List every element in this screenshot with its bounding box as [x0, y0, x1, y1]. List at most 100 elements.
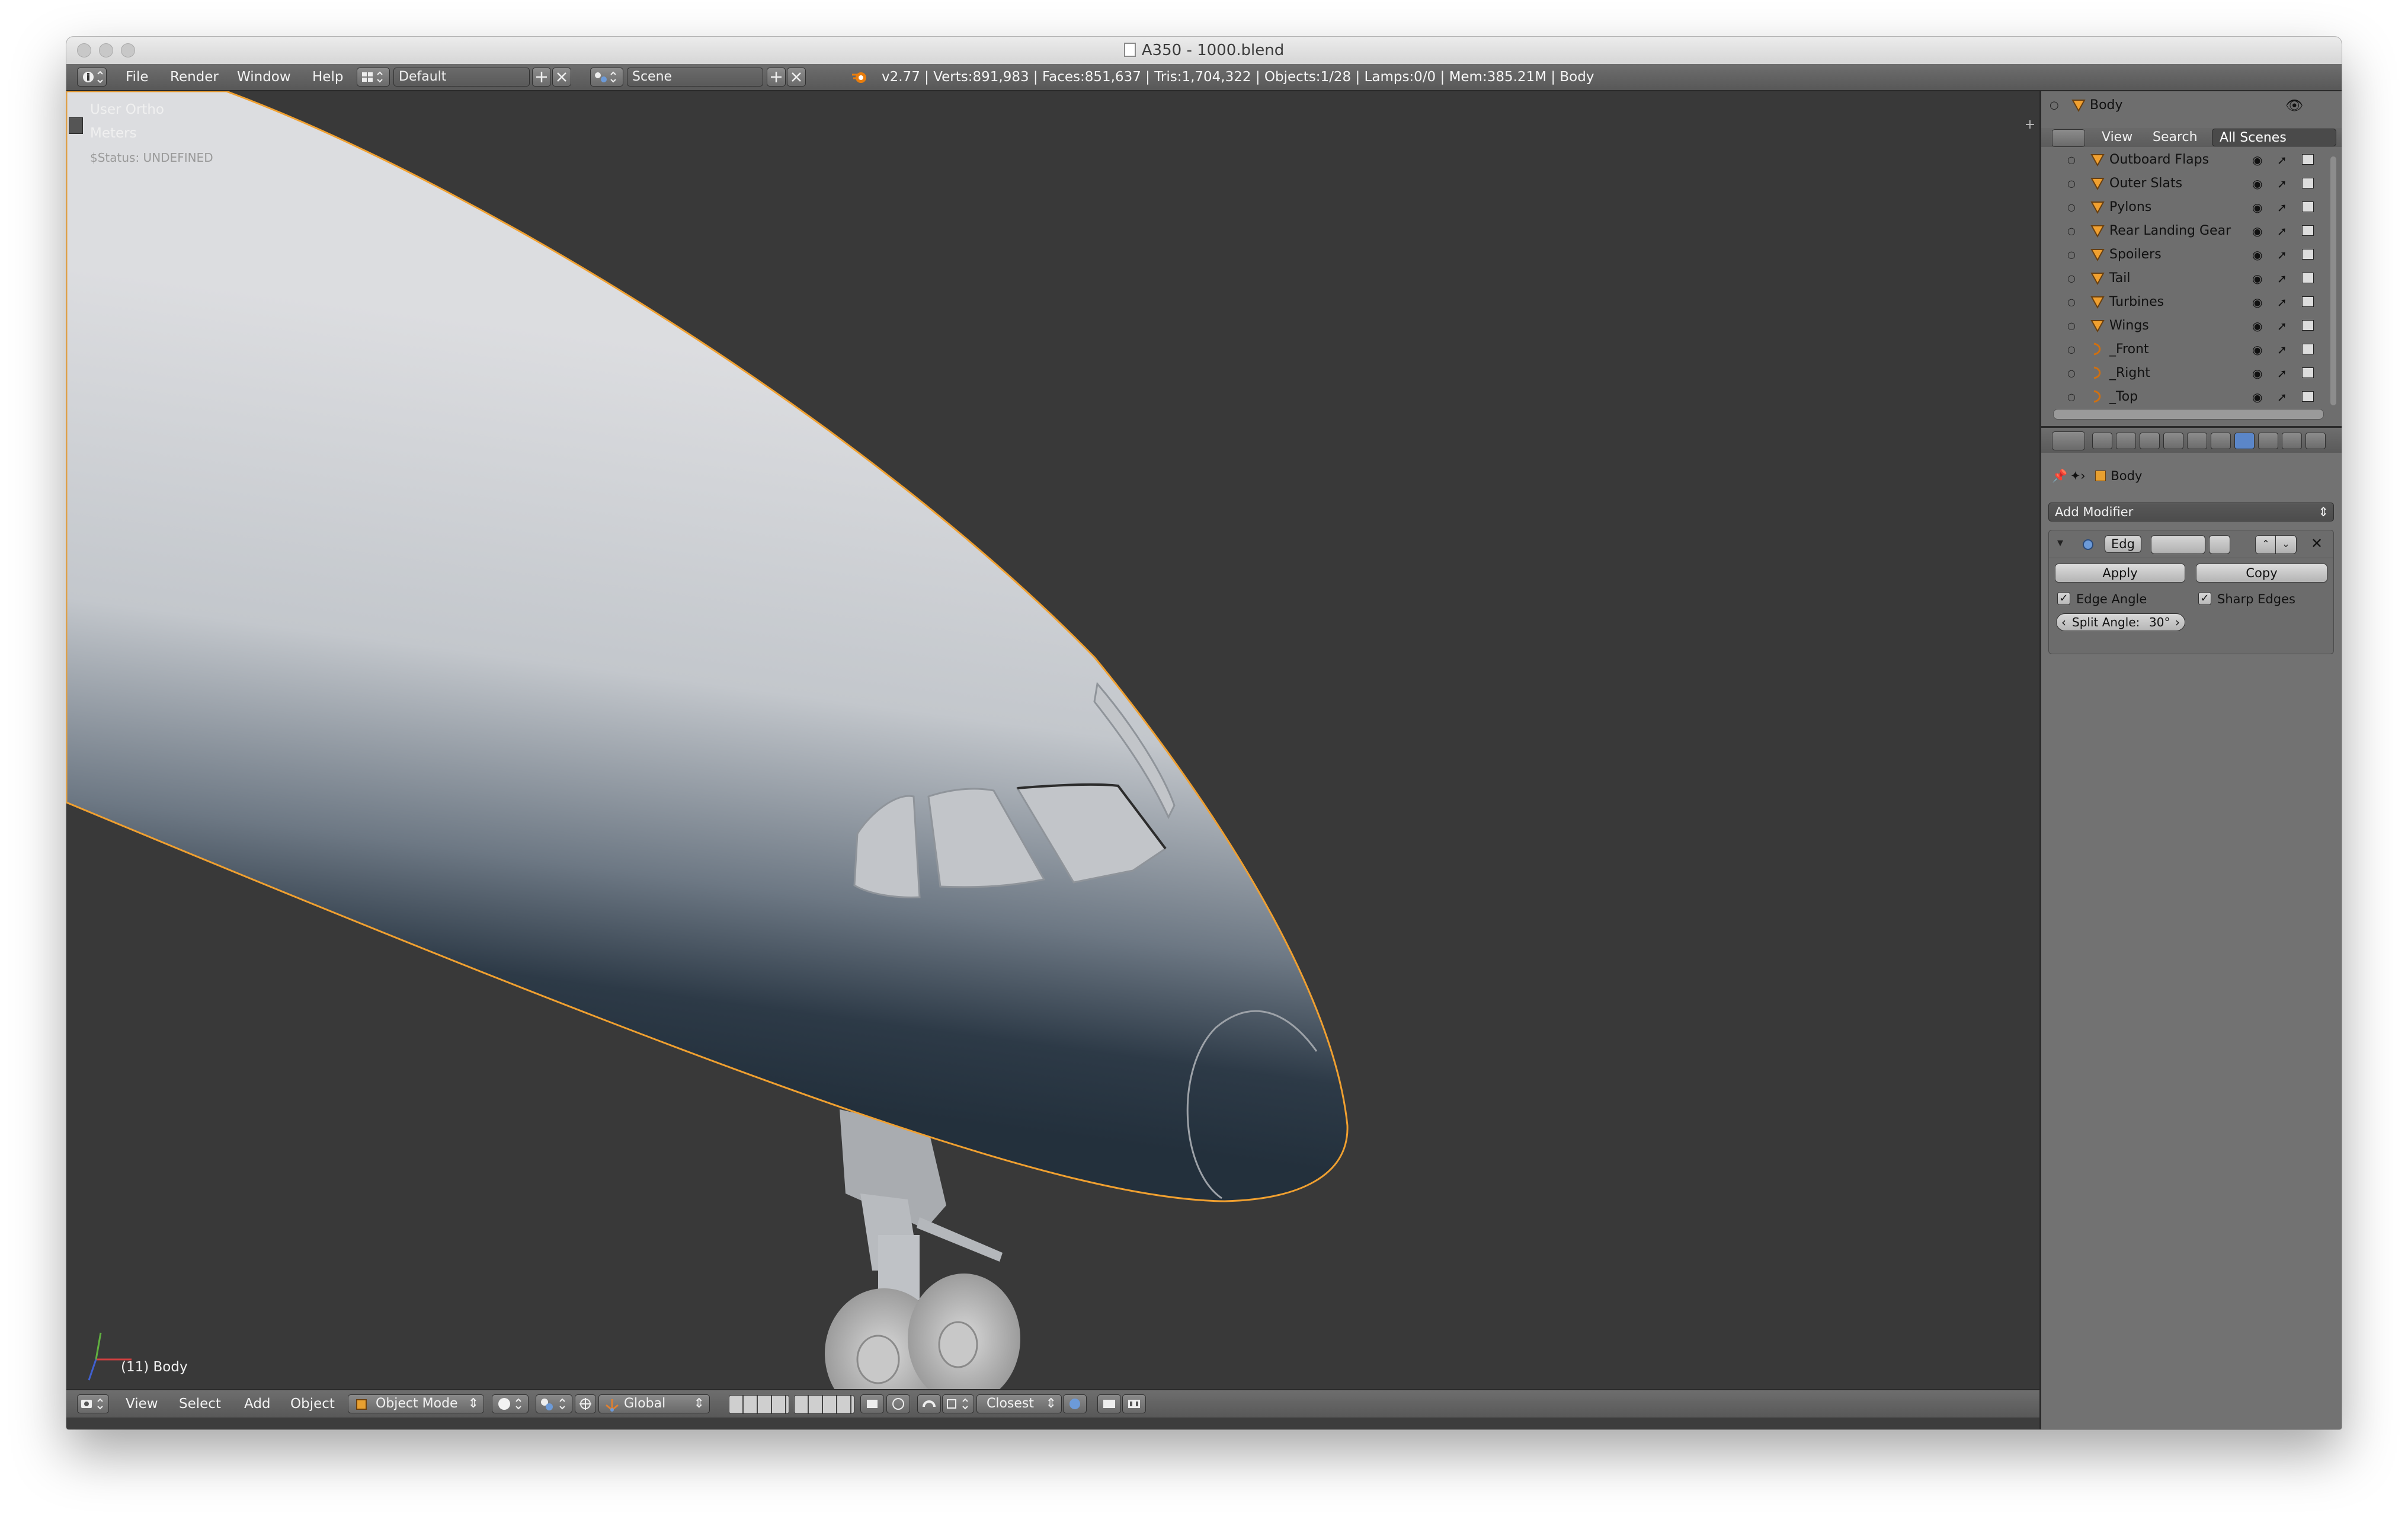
- proportional-edit-icon[interactable]: [886, 1394, 910, 1413]
- object-tab-icon[interactable]: [2187, 433, 2207, 449]
- render-toggle-icon[interactable]: [2302, 201, 2314, 212]
- expand-icon[interactable]: ○: [2067, 290, 2076, 314]
- outliner-item[interactable]: ○ Outboard Flaps ◉ ➚: [2041, 148, 2326, 172]
- visibility-eye-icon[interactable]: ◉: [2252, 219, 2262, 243]
- pin-icon[interactable]: 📌: [2052, 467, 2067, 485]
- visibility-eye-icon[interactable]: 👁: [2285, 94, 2303, 117]
- render-toggle-icon[interactable]: [2302, 367, 2314, 378]
- move-up-icon[interactable]: ⌃: [2255, 535, 2276, 554]
- render-toggle-icon[interactable]: [2302, 249, 2314, 260]
- visibility-eye-icon[interactable]: ◉: [2252, 290, 2262, 314]
- render-toggle-icon[interactable]: [2302, 225, 2314, 236]
- snap-element-select[interactable]: [942, 1394, 974, 1413]
- menu-add[interactable]: Add: [244, 1390, 271, 1418]
- render-toggle-icon[interactable]: [2302, 178, 2314, 188]
- outliner-horizontal-scrollbar[interactable]: [2053, 409, 2324, 420]
- outliner-item[interactable]: ○ Pylons ◉ ➚: [2041, 196, 2326, 219]
- decrement-arrow-icon[interactable]: ‹: [2061, 614, 2066, 631]
- scene-field[interactable]: Scene: [627, 68, 763, 87]
- outliner-vertical-scrollbar[interactable]: [2330, 156, 2336, 405]
- cage-toggle-icon[interactable]: [2209, 535, 2230, 554]
- mode-select[interactable]: Object Mode ⇕: [348, 1394, 484, 1413]
- menu-view[interactable]: View: [126, 1390, 158, 1418]
- visibility-eye-icon[interactable]: ◉: [2252, 361, 2262, 385]
- screen-layout-field[interactable]: Default: [393, 68, 530, 87]
- expand-icon[interactable]: ○: [2067, 196, 2076, 219]
- transform-orientation-select[interactable]: Global ⇕: [598, 1394, 710, 1413]
- data-tab-icon[interactable]: [2258, 433, 2278, 449]
- outliner-item[interactable]: ○ Tail ◉ ➚: [2041, 267, 2326, 290]
- sharp-edges-checkbox[interactable]: ✓: [2198, 592, 2211, 605]
- visibility-eye-icon[interactable]: ◉: [2252, 172, 2262, 196]
- snap-rotation-icon[interactable]: [1063, 1394, 1087, 1413]
- opengl-render-animation-icon[interactable]: [1122, 1394, 1146, 1413]
- visibility-eye-icon[interactable]: ◉: [2252, 314, 2262, 338]
- apply-button[interactable]: Apply: [2055, 564, 2185, 583]
- visibility-eye-icon[interactable]: ◉: [2252, 148, 2262, 172]
- editor-type-3d-icon[interactable]: [77, 1394, 109, 1413]
- snap-target-select[interactable]: Closest ⇕: [976, 1394, 1062, 1413]
- selectability-arrow-icon[interactable]: ➚: [2277, 148, 2287, 172]
- material-tab-icon[interactable]: [2282, 433, 2302, 449]
- modifier-name-field[interactable]: Edg: [2105, 535, 2141, 553]
- outliner-tab-search[interactable]: Search: [2153, 128, 2198, 147]
- modifier-display-toggles[interactable]: [2151, 535, 2205, 554]
- snap-toggle-icon[interactable]: [917, 1394, 941, 1413]
- render-toggle-icon[interactable]: [2302, 391, 2314, 402]
- selectability-arrow-icon[interactable]: ➚: [2277, 172, 2287, 196]
- selectability-arrow-icon[interactable]: ➚: [2277, 243, 2287, 267]
- selectability-arrow-icon[interactable]: ➚: [2277, 314, 2287, 338]
- visibility-eye-icon[interactable]: ◉: [2252, 385, 2262, 409]
- collapse-triangle-icon[interactable]: ▾: [2057, 535, 2063, 549]
- selectability-arrow-icon[interactable]: ➚: [2277, 196, 2287, 219]
- selectability-arrow-icon[interactable]: ➚: [2277, 290, 2287, 314]
- outliner-active-row[interactable]: ○ Body 👁: [2041, 94, 2342, 117]
- outliner-item[interactable]: ○ Wings ◉ ➚: [2041, 314, 2326, 338]
- expand-icon[interactable]: ○: [2067, 361, 2076, 385]
- outliner-item[interactable]: ○ Rear Landing Gear ◉ ➚: [2041, 219, 2326, 243]
- expand-icon[interactable]: ○: [2067, 314, 2076, 338]
- menu-render[interactable]: Render: [170, 64, 219, 90]
- render-toggle-icon[interactable]: [2302, 320, 2314, 331]
- outliner[interactable]: ○ Body 👁 View Search All Scenes ○ Outboar…: [2041, 91, 2342, 428]
- delete-scene-icon[interactable]: [787, 68, 806, 87]
- selectability-arrow-icon[interactable]: ➚: [2277, 361, 2287, 385]
- properties-shelf-toggle-icon[interactable]: +: [2023, 117, 2036, 133]
- tool-shelf-toggle[interactable]: [69, 117, 83, 134]
- properties-editor-type-icon[interactable]: [2052, 431, 2085, 450]
- render-toggle-icon[interactable]: [2302, 154, 2314, 165]
- render-toggle-icon[interactable]: [2302, 296, 2314, 307]
- layer-buttons-group-1[interactable]: [729, 1395, 789, 1414]
- move-down-icon[interactable]: ⌄: [2275, 535, 2297, 554]
- texture-tab-icon[interactable]: [2305, 433, 2326, 449]
- expand-icon[interactable]: ○: [2067, 148, 2076, 172]
- outliner-item[interactable]: ○ Turbines ◉ ➚: [2041, 290, 2326, 314]
- outliner-item[interactable]: ○ _Front ◉ ➚: [2041, 338, 2326, 361]
- menu-window[interactable]: Window: [237, 64, 291, 90]
- expand-icon[interactable]: ○: [2050, 94, 2059, 117]
- remove-modifier-icon[interactable]: ✕: [2311, 535, 2323, 552]
- split-angle-slider[interactable]: ‹ Split Angle: 30° ›: [2056, 613, 2185, 631]
- outliner-item[interactable]: ○ _Right ◉ ➚: [2041, 361, 2326, 385]
- editor-type-info-icon[interactable]: [77, 68, 107, 87]
- world-tab-icon[interactable]: [2163, 433, 2183, 449]
- visibility-eye-icon[interactable]: ◉: [2252, 267, 2262, 290]
- pivot-point-select[interactable]: [536, 1394, 572, 1413]
- expand-icon[interactable]: ○: [2067, 243, 2076, 267]
- copy-button[interactable]: Copy: [2196, 564, 2327, 583]
- scene-tab-icon[interactable]: [2140, 433, 2160, 449]
- opengl-render-image-icon[interactable]: [1097, 1394, 1121, 1413]
- constraints-tab-icon[interactable]: [2211, 433, 2231, 449]
- outliner-item[interactable]: ○ Spoilers ◉ ➚: [2041, 243, 2326, 267]
- outliner-display-mode-select[interactable]: All Scenes: [2212, 129, 2336, 146]
- add-modifier-dropdown[interactable]: Add Modifier ⇕: [2048, 503, 2334, 521]
- render-toggle-icon[interactable]: [2302, 273, 2314, 283]
- viewport-shading-select[interactable]: [492, 1394, 529, 1413]
- modifiers-tab-icon[interactable]: [2234, 433, 2255, 449]
- selectability-arrow-icon[interactable]: ➚: [2277, 385, 2287, 409]
- outliner-item[interactable]: ○ _Top ◉ ➚: [2041, 385, 2326, 409]
- expand-icon[interactable]: ○: [2067, 385, 2076, 409]
- menu-file[interactable]: File: [126, 64, 149, 90]
- add-screen-icon[interactable]: [532, 68, 551, 87]
- layer-buttons-group-2[interactable]: [794, 1395, 854, 1414]
